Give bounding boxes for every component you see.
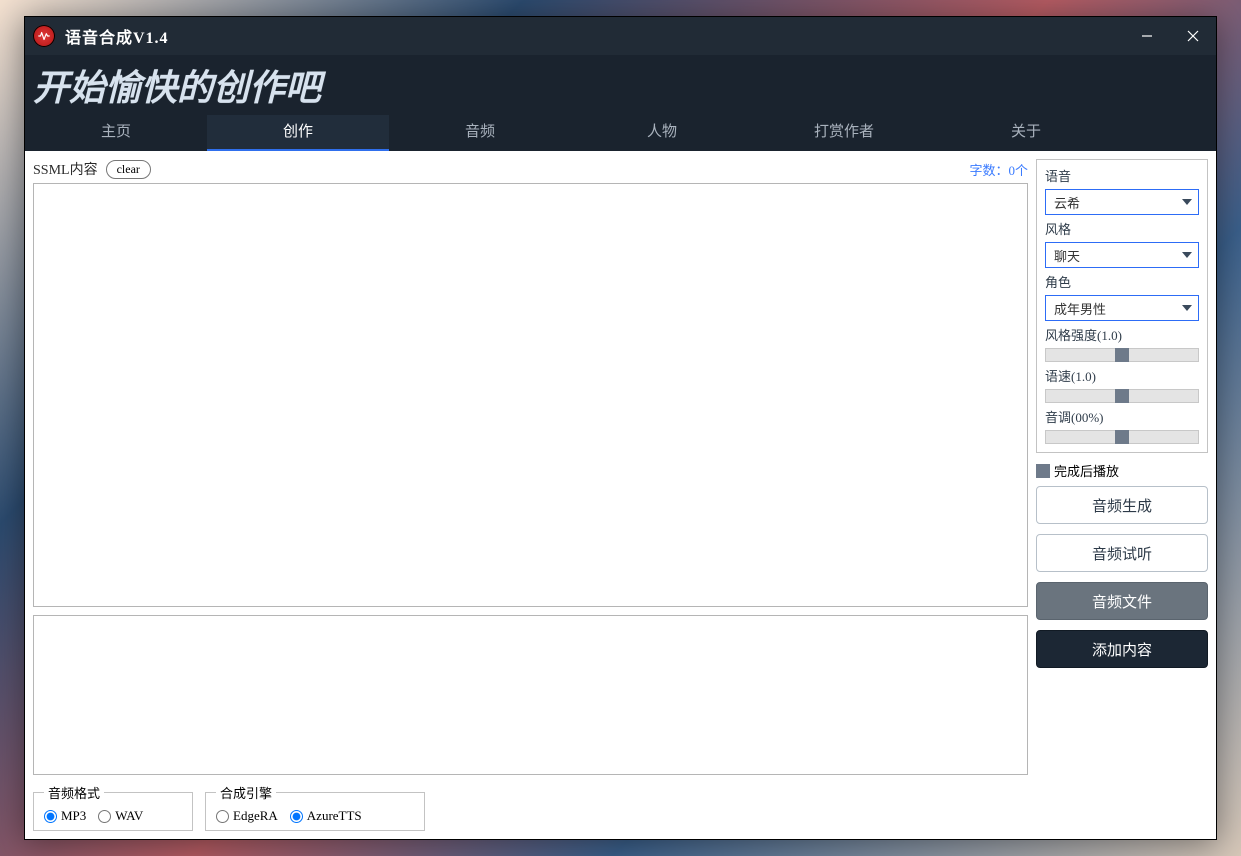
generate-button[interactable]: 音频生成 — [1036, 486, 1208, 524]
radio-azuretts-input[interactable] — [290, 810, 303, 823]
content-area: SSML内容 clear 字数：0个 音频格式 MP3 — [25, 151, 1216, 839]
slider-thumb[interactable] — [1115, 430, 1129, 444]
app-window: 语音合成V1.4 开始愉快的创作吧 主页 创作 音频 人物 打赏作者 关于 SS… — [24, 16, 1217, 840]
role-dropdown[interactable]: 成年男性 — [1045, 295, 1199, 321]
left-column: SSML内容 clear 字数：0个 音频格式 MP3 — [33, 159, 1028, 831]
waveform-icon — [37, 29, 51, 43]
radio-edgera[interactable]: EdgeRA — [216, 808, 278, 824]
window-title: 语音合成V1.4 — [65, 24, 169, 48]
tab-bar: 主页 创作 音频 人物 打赏作者 关于 — [25, 115, 1216, 151]
action-buttons: 音频生成 音频试听 音频文件 添加内容 — [1036, 486, 1208, 668]
chevron-down-icon — [1182, 305, 1192, 311]
checkbox-box[interactable] — [1036, 464, 1050, 478]
wordcount-label: 字数：0个 — [969, 160, 1028, 179]
play-after-label: 完成后播放 — [1054, 461, 1119, 480]
titlebar: 语音合成V1.4 — [25, 17, 1216, 55]
engine-radios: EdgeRA AzureTTS — [216, 808, 414, 824]
engine-group: 合成引擎 EdgeRA AzureTTS — [205, 783, 425, 831]
ssml-header-row: SSML内容 clear 字数：0个 — [33, 159, 1028, 179]
radio-edgera-input[interactable] — [216, 810, 229, 823]
subheader: 开始愉快的创作吧 — [25, 55, 1216, 115]
ssml-textarea[interactable] — [33, 183, 1028, 607]
role-value: 成年男性 — [1054, 299, 1106, 318]
tab-audio[interactable]: 音频 — [389, 115, 571, 151]
style-label: 风格 — [1045, 219, 1199, 238]
bottom-options-row: 音频格式 MP3 WAV 合成引擎 — [33, 783, 1028, 831]
subtitle-text: 开始愉快的创作吧 — [33, 59, 321, 111]
chevron-down-icon — [1182, 199, 1192, 205]
audio-file-button[interactable]: 音频文件 — [1036, 582, 1208, 620]
voice-value: 云希 — [1054, 193, 1080, 212]
radio-wav[interactable]: WAV — [98, 808, 143, 824]
voice-panel: 语音 云希 风格 聊天 角色 成年男性 风格强度(1.0) 语速(1.0) — [1036, 159, 1208, 453]
intensity-slider[interactable] — [1045, 348, 1199, 362]
chevron-down-icon — [1182, 252, 1192, 258]
add-content-button[interactable]: 添加内容 — [1036, 630, 1208, 668]
output-textarea[interactable] — [33, 615, 1028, 775]
speed-label: 语速(1.0) — [1045, 366, 1199, 385]
tab-about[interactable]: 关于 — [935, 115, 1117, 151]
right-column: 语音 云希 风格 聊天 角色 成年男性 风格强度(1.0) 语速(1.0) — [1036, 159, 1208, 831]
tab-create[interactable]: 创作 — [207, 115, 389, 151]
tab-donate[interactable]: 打赏作者 — [753, 115, 935, 151]
radio-edgera-label: EdgeRA — [233, 808, 278, 824]
radio-azuretts[interactable]: AzureTTS — [290, 808, 362, 824]
tab-home[interactable]: 主页 — [25, 115, 207, 151]
audio-format-legend: 音频格式 — [44, 783, 104, 802]
close-button[interactable] — [1170, 17, 1216, 55]
minimize-button[interactable] — [1124, 17, 1170, 55]
style-value: 聊天 — [1054, 246, 1080, 265]
app-icon — [33, 25, 55, 47]
pitch-slider[interactable] — [1045, 430, 1199, 444]
clear-button[interactable]: clear — [106, 160, 151, 179]
audio-format-group: 音频格式 MP3 WAV — [33, 783, 193, 831]
play-after-checkbox[interactable]: 完成后播放 — [1036, 461, 1208, 480]
radio-wav-input[interactable] — [98, 810, 111, 823]
preview-button[interactable]: 音频试听 — [1036, 534, 1208, 572]
radio-mp3[interactable]: MP3 — [44, 808, 86, 824]
slider-thumb[interactable] — [1115, 389, 1129, 403]
audio-format-radios: MP3 WAV — [44, 808, 182, 824]
radio-mp3-input[interactable] — [44, 810, 57, 823]
radio-azuretts-label: AzureTTS — [307, 808, 362, 824]
style-dropdown[interactable]: 聊天 — [1045, 242, 1199, 268]
ssml-label: SSML内容 — [33, 159, 98, 179]
radio-mp3-label: MP3 — [61, 808, 86, 824]
pitch-label: 音调(00%) — [1045, 407, 1199, 426]
role-label: 角色 — [1045, 272, 1199, 291]
voice-label: 语音 — [1045, 166, 1199, 185]
speed-slider[interactable] — [1045, 389, 1199, 403]
engine-legend: 合成引擎 — [216, 783, 276, 802]
tab-persona[interactable]: 人物 — [571, 115, 753, 151]
voice-dropdown[interactable]: 云希 — [1045, 189, 1199, 215]
radio-wav-label: WAV — [115, 808, 143, 824]
window-controls — [1124, 17, 1216, 55]
intensity-label: 风格强度(1.0) — [1045, 325, 1199, 344]
slider-thumb[interactable] — [1115, 348, 1129, 362]
